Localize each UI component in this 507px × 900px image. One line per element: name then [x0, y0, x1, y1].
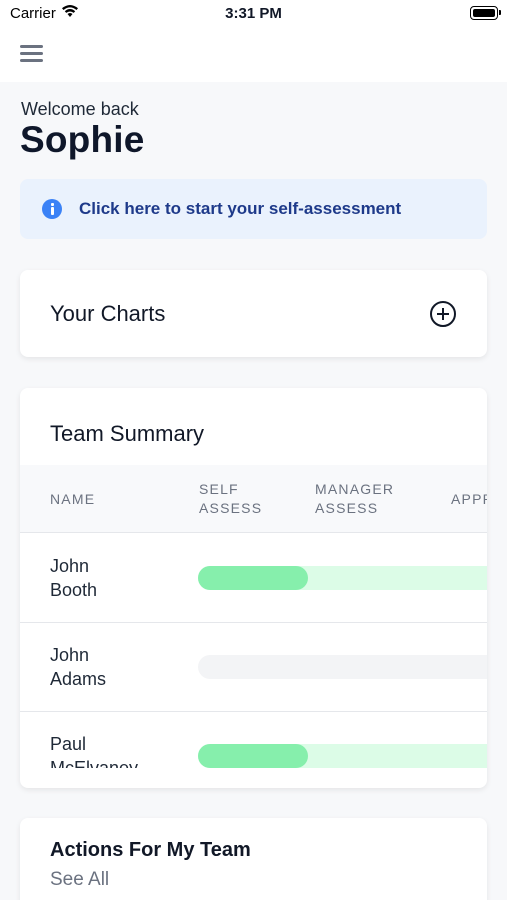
plus-circle-icon[interactable]	[430, 301, 456, 327]
hamburger-menu-icon[interactable]	[20, 42, 46, 64]
member-name: John Adams	[50, 645, 107, 689]
column-header-manager-assess: MANAGER ASSESS	[315, 481, 395, 516]
status-bar: Carrier 3:31 PM	[0, 0, 507, 28]
battery-tip	[499, 10, 501, 15]
column-header-name: NAME	[50, 491, 96, 507]
user-name: Sophie	[20, 119, 145, 160]
see-all-link[interactable]: See All	[50, 869, 109, 891]
welcome-text: Welcome back	[21, 99, 139, 119]
table-row[interactable]: Paul McElvaney	[20, 712, 487, 768]
banner-link-text[interactable]: Click here to start your self-assessment	[79, 199, 401, 219]
battery-icon	[470, 6, 498, 20]
info-icon	[42, 199, 62, 219]
self-assess-progress-bar	[198, 744, 487, 768]
column-header-self-assess: SELF ASSESS	[199, 481, 263, 516]
actions-title: Actions For My Team	[50, 839, 251, 861]
your-charts-card: Your Charts	[20, 270, 487, 357]
self-assessment-banner[interactable]: Click here to start your self-assessment	[20, 179, 487, 239]
status-time: 3:31 PM	[225, 5, 282, 22]
self-assess-progress-bar	[198, 655, 487, 679]
table-row[interactable]: John Adams	[20, 623, 487, 712]
progress-fill	[198, 566, 308, 590]
app-bar	[0, 28, 507, 82]
actions-card: Actions For My Team See All	[20, 818, 487, 900]
progress-fill	[198, 744, 308, 768]
self-assess-progress-bar	[198, 566, 487, 590]
table-header: NAME SELF ASSESS MANAGER ASSESS APPR	[20, 465, 487, 533]
team-summary-title: Team Summary	[50, 421, 205, 446]
column-header-approval: APPR	[451, 491, 487, 507]
member-name: John Booth	[50, 556, 98, 600]
member-name: Paul McElvaney	[50, 734, 139, 768]
table-row[interactable]: John Booth	[20, 534, 487, 623]
team-summary-card: Team Summary NAME SELF ASSESS MANAGER AS…	[20, 388, 487, 788]
your-charts-title: Your Charts	[50, 301, 166, 326]
